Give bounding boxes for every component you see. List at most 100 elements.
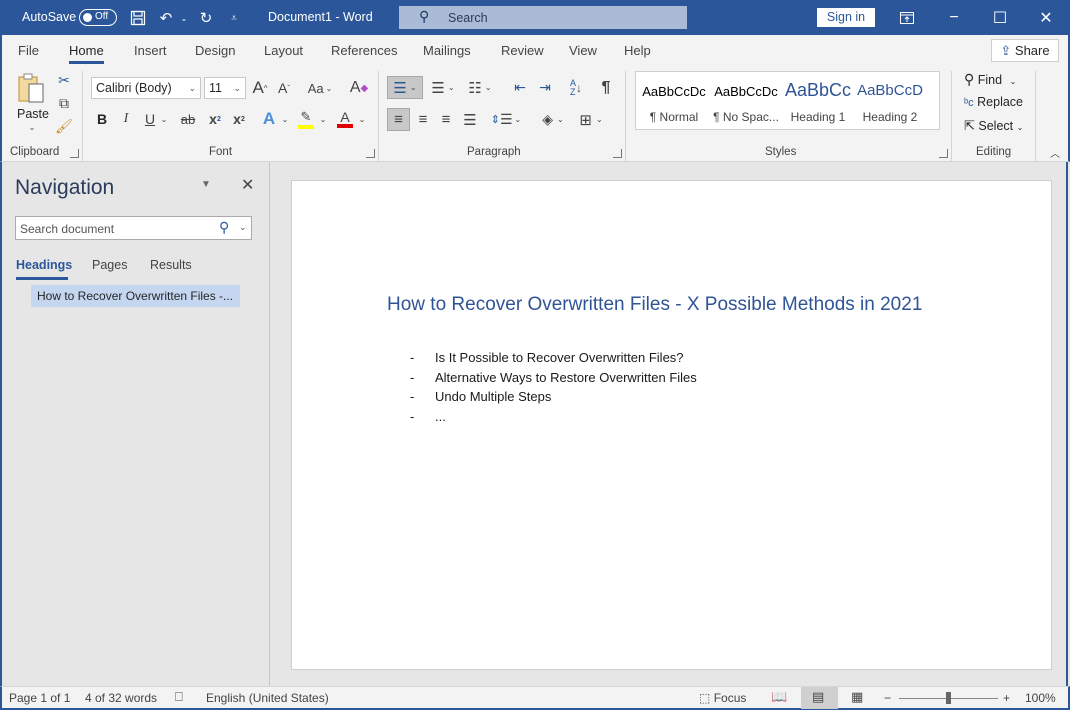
tab-layout[interactable]: Layout [264,43,303,58]
web-layout-icon[interactable]: ▦ [851,689,863,705]
chevron-down-icon[interactable]: ⌄ [318,108,328,130]
highlight-color-button[interactable]: ✎ [296,108,316,130]
multilevel-list-button[interactable]: ☷ ⌄ [464,76,496,99]
font-size-dropdown[interactable]: 11 ⌄ [204,77,246,99]
subscript-button[interactable]: x2 [205,108,225,130]
align-right-icon[interactable]: ≡ [435,108,457,131]
change-case-button[interactable]: Aa ⌄ [304,77,336,99]
ribbon-display-options-icon[interactable] [884,0,930,35]
zoom-slider-thumb[interactable] [946,692,951,704]
style-preview: AaBbCcD [857,82,923,99]
page-count[interactable]: Page 1 of 1 [9,691,70,705]
paste-dropdown-icon[interactable]: ⌄ [24,121,40,133]
nav-tab-results[interactable]: Results [150,258,192,272]
multilevel-list-icon: ☷ [468,79,482,97]
chevron-down-icon[interactable]: ⌄ [357,108,367,130]
underline-button[interactable]: U [141,108,159,130]
shrink-font-icon[interactable]: Aˇ [274,77,294,99]
styles-launcher-icon[interactable] [939,149,948,158]
grow-font-icon[interactable]: A ^ [250,77,270,99]
share-button[interactable]: ⇪ Share [991,39,1059,62]
nav-tab-headings[interactable]: Headings [16,258,72,280]
chevron-down-icon[interactable]: ⌄ [280,108,290,130]
zoom-out-button[interactable]: − [884,691,891,705]
font-family-dropdown[interactable]: Calibri (Body) ⌄ [91,77,201,99]
tab-home[interactable]: Home [69,43,104,64]
decrease-indent-icon[interactable]: ⇤ [509,76,531,99]
paragraph-launcher-icon[interactable] [613,149,622,158]
find-button[interactable]: ⚲ Find ⌄ [964,71,1016,88]
copy-icon[interactable]: ⧉ [55,94,73,112]
tab-view[interactable]: View [569,43,597,58]
zoom-in-button[interactable]: + [1003,691,1010,705]
justify-icon[interactable]: ☰ [459,108,481,131]
paste-label[interactable]: Paste [16,107,50,121]
sort-icon[interactable]: A Z ↓ [564,76,588,99]
align-center-icon[interactable]: ≡ [412,108,434,131]
numbering-button[interactable]: ☰ ⌄ [427,76,459,99]
language-status[interactable]: English (United States) [206,691,329,705]
minimize-icon[interactable]: − [931,0,977,35]
line-spacing-button[interactable]: ⇕ ☰ ⌄ [490,108,522,131]
show-formatting-marks-button[interactable]: ¶ [596,76,616,99]
tab-file[interactable]: File [18,43,39,58]
underline-dropdown-icon[interactable]: ⌄ [159,108,169,130]
navigation-pane: Navigation ▼ ✕ Search document ⚲ ⌄ Headi… [0,162,270,686]
style-heading-1[interactable]: AaBbCc Heading 1 [782,72,854,129]
replace-button[interactable]: ᵇc Replace [964,95,1023,109]
search-document-input[interactable]: Search document ⚲ ⌄ [15,216,252,240]
shading-button[interactable]: ◈ ⌄ [537,108,569,131]
font-color-button[interactable]: A [335,108,355,130]
text-effects-icon[interactable]: A [258,108,280,130]
search-icon[interactable]: ⚲ [219,219,229,236]
style-heading-2[interactable]: AaBbCcD Heading 2 [854,72,926,129]
superscript-button[interactable]: x2 [229,108,249,130]
save-icon[interactable] [128,8,148,28]
nav-heading-item[interactable]: How to Recover Overwritten Files -... [31,285,240,307]
print-layout-icon[interactable]: ▤ [812,689,824,705]
zoom-level[interactable]: 100% [1025,691,1056,705]
proofing-icon[interactable]: ⎕ [175,689,183,705]
tab-help[interactable]: Help [624,43,651,58]
format-painter-icon[interactable]: 🖌 [55,117,73,135]
chevron-down-icon[interactable]: ⌄ [239,222,247,233]
select-button[interactable]: ⇱ Select ⌄ [964,118,1023,134]
style-normal[interactable]: AaBbCcDc ¶ Normal [638,72,710,129]
word-count[interactable]: 4 of 32 words [85,691,157,705]
bold-button[interactable]: B [93,108,111,130]
search-box[interactable]: ⚲ Search [399,6,687,29]
tab-review[interactable]: Review [501,43,544,58]
tab-references[interactable]: References [331,43,397,58]
align-left-icon[interactable]: ≡ [387,108,410,131]
sign-in-button[interactable]: Sign in [817,8,875,27]
undo-icon[interactable]: ↶ [156,8,176,28]
close-icon[interactable]: ✕ [1023,0,1069,35]
tab-design[interactable]: Design [195,43,235,58]
tab-mailings[interactable]: Mailings [423,43,471,58]
focus-button[interactable]: ⬚ Focus [699,691,746,705]
read-mode-icon[interactable]: 📖 [771,689,787,705]
customize-toolbar-icon[interactable]: ⩡ [224,8,244,28]
clipboard-launcher-icon[interactable] [70,149,79,158]
close-pane-icon[interactable]: ✕ [241,175,254,195]
style-no-spacing[interactable]: AaBbCcDc ¶ No Spac... [710,72,782,129]
undo-dropdown-icon[interactable]: ⌄ [174,8,194,28]
paste-icon[interactable] [16,71,48,109]
nav-tab-pages[interactable]: Pages [92,258,127,272]
tab-insert[interactable]: Insert [134,43,167,58]
collapse-ribbon-icon[interactable]: ︿ [1048,145,1062,160]
list-marker: - [410,408,415,424]
maximize-icon[interactable]: ☐ [977,0,1023,35]
font-launcher-icon[interactable] [366,149,375,158]
redo-icon[interactable]: ↻ [196,8,216,28]
clear-formatting-icon[interactable]: A ◆ [348,77,370,99]
document-page[interactable]: How to Recover Overwritten Files - X Pos… [291,180,1052,670]
bullets-button[interactable]: ☰ ⌄ [387,76,423,99]
autosave-toggle[interactable]: Off [79,9,117,26]
increase-indent-icon[interactable]: ⇥ [534,76,556,99]
cut-icon[interactable]: ✂ [55,71,73,89]
pane-options-icon[interactable]: ▼ [201,179,211,190]
strikethrough-button[interactable]: ab [178,108,198,130]
borders-button[interactable]: ⊞ ⌄ [575,108,607,131]
italic-button[interactable]: I [117,108,135,130]
